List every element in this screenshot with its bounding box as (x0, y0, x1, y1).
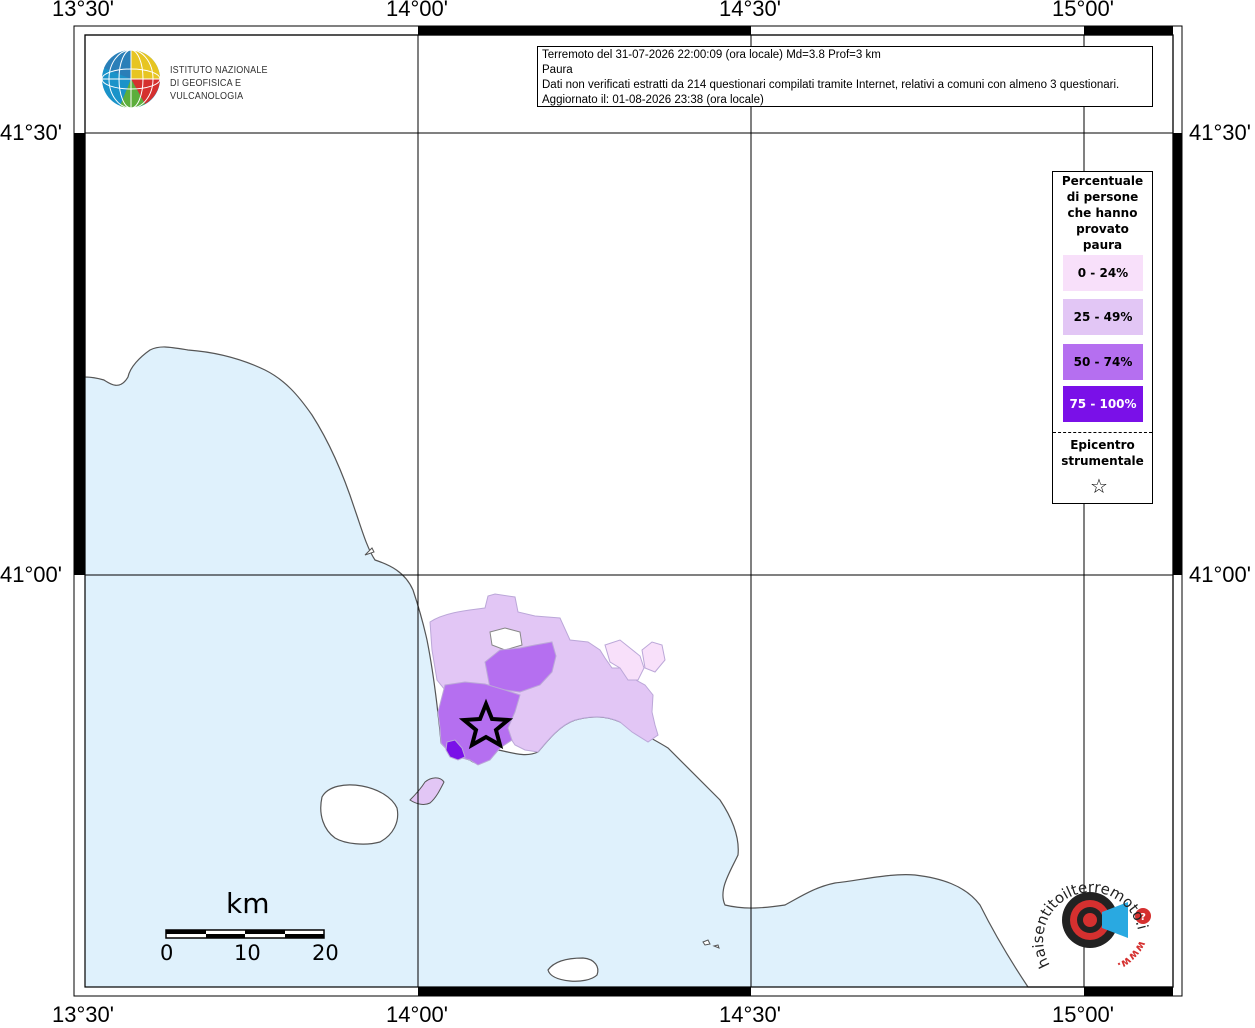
legend-class-25-49: 25 - 49% (1063, 299, 1143, 335)
lon-label-top-2: 14°00' (386, 0, 448, 21)
legend: Percentuale di persone che hanno provato pau… (1052, 171, 1153, 504)
event-parameter: Paura (542, 64, 573, 76)
scale-bar: km 0 10 20 (150, 885, 360, 975)
scale-bar-graphic (165, 929, 325, 939)
lon-label-bottom-3: 14°30' (719, 1002, 781, 1027)
lon-label-bottom-2: 14°00' (386, 1002, 448, 1027)
hsit-logo-graphic: ? haisentitoilterremoto.it www. (1027, 846, 1152, 973)
hsit-logo-prefix: www. (1115, 939, 1149, 973)
hsit-logo: ? haisentitoilterremoto.it www. (1027, 846, 1160, 980)
legend-title-line: provato (1076, 222, 1129, 236)
legend-title-line: paura (1082, 238, 1123, 252)
legend-class-label: 75 - 100% (1069, 397, 1137, 411)
scale-tick-10: 10 (234, 941, 261, 965)
lat-label-left-2: 41°00' (0, 562, 62, 587)
scale-tick-0: 0 (160, 941, 174, 965)
scale-unit: km (226, 887, 270, 920)
globe-icon (101, 49, 161, 109)
svg-text:www.: www. (1115, 939, 1149, 973)
legend-epicentre-label: Epicentro strumentale (1061, 438, 1144, 468)
lon-label-top-4: 15°00' (1052, 0, 1114, 21)
legend-class-50-74: 50 - 74% (1063, 344, 1143, 380)
ingv-logo: ISTITUTO NAZIONALE DI GEOFISICA E VULCAN… (100, 48, 330, 110)
lat-label-right-1: 41°30' (1189, 120, 1251, 145)
legend-class-label: 50 - 74% (1073, 355, 1133, 369)
lon-label-bottom-4: 15°00' (1052, 1002, 1114, 1027)
legend-class-0-24: 0 - 24% (1063, 255, 1143, 291)
lon-label-top-3: 14°30' (719, 0, 781, 21)
event-info-box: Terremoto del 31-07-2026 22:00:09 (ora l… (537, 46, 1153, 107)
legend-title-line: che hanno (1067, 206, 1138, 220)
ingv-name-line2: DI GEOFISICA E VULCANOLOGIA (170, 77, 244, 102)
ingv-name-line1: ISTITUTO NAZIONALE (170, 64, 268, 76)
legend-title: Percentuale di persone che hanno provato pau… (1053, 173, 1152, 253)
event-data-note: Dati non verificati estratti da 214 ques… (542, 79, 1120, 91)
legend-class-label: 25 - 49% (1073, 310, 1133, 324)
scale-tick-20: 20 (312, 941, 339, 965)
event-header: Terremoto del 31-07-2026 22:00:09 (ora l… (542, 49, 881, 61)
lat-label-left-1: 41°30' (0, 120, 62, 145)
lon-label-bottom-1: 13°30' (52, 1002, 114, 1027)
event-updated: Aggiornato il: 01-08-2026 23:38 (ora loc… (542, 94, 764, 106)
legend-class-75-100: 75 - 100% (1063, 386, 1143, 422)
legend-class-label: 0 - 24% (1077, 266, 1129, 280)
lat-label-right-2: 41°00' (1189, 562, 1251, 587)
lon-label-top-1: 13°30' (52, 0, 114, 21)
legend-title-line: di persone (1066, 190, 1139, 204)
legend-divider (1053, 432, 1152, 433)
star-icon: ☆ (1090, 474, 1108, 498)
legend-title-line: Percentuale (1061, 174, 1144, 188)
